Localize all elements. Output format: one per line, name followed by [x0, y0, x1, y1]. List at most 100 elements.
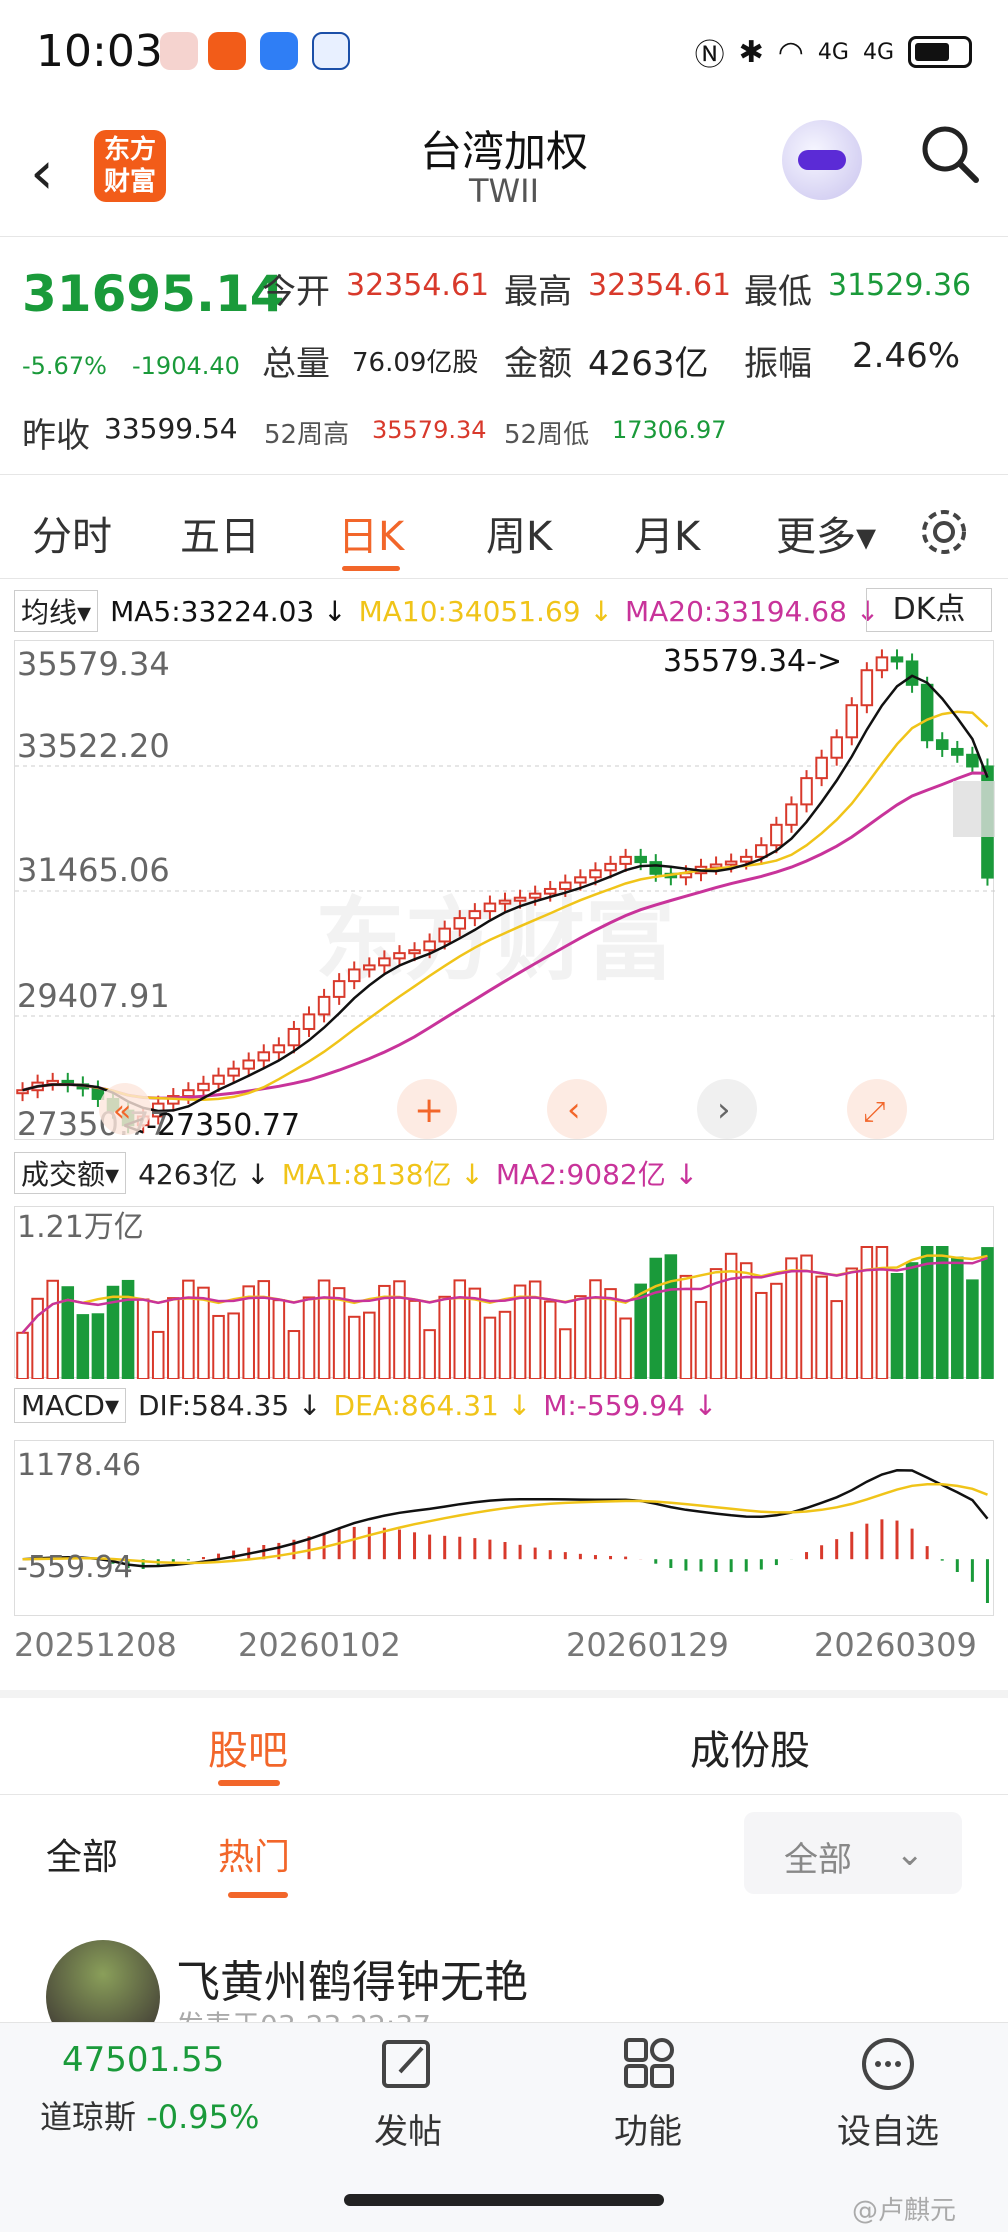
volume-bar — [31, 1297, 44, 1380]
candle — [182, 1089, 195, 1098]
candle — [770, 823, 783, 847]
volume-bar — [347, 1315, 361, 1380]
tab-weekly-k[interactable]: 周K — [486, 504, 552, 562]
dow-jones-ticker[interactable]: 道琼斯 -0.95% — [40, 2092, 259, 2138]
candlestick-svg: 东方财富 35579.34 33522.20 31465.06 29407.91… — [15, 644, 995, 1143]
post-username[interactable]: 飞黄州鹤得钟无艳 — [176, 1946, 528, 2010]
tab-constituents[interactable]: 成份股 — [690, 1718, 810, 1776]
tab-guba[interactable]: 股吧 — [208, 1718, 288, 1776]
active-tab-indicator — [342, 566, 400, 571]
volume-bar — [981, 1247, 994, 1380]
volume-bar — [664, 1254, 678, 1381]
bluetooth-icon: ✱ — [738, 34, 764, 70]
amount-label: 金额 — [504, 344, 572, 384]
volume-bar — [830, 1300, 843, 1380]
search-icon[interactable] — [918, 122, 982, 186]
chevron-down-icon: ⌄ — [895, 1834, 925, 1874]
filter-dropdown-value: 全部 — [784, 1840, 852, 1880]
vol-ma2: MA2:9082亿 ↓ — [495, 1158, 699, 1191]
tab-more[interactable]: 更多▾ — [776, 504, 876, 562]
candle — [830, 736, 843, 759]
candle — [498, 899, 512, 905]
volume-bar — [483, 1316, 497, 1381]
volume-bar — [167, 1297, 180, 1380]
post-time: 发表于03-23 22:37 — [176, 2004, 431, 2024]
indicator-selector-ma[interactable]: 均线▾ — [14, 590, 99, 632]
tab-monthly-k[interactable]: 月K — [634, 504, 700, 562]
w52-high-label: 52周高 — [264, 420, 350, 450]
volume-bar — [935, 1246, 949, 1380]
candle — [619, 855, 632, 865]
macd-svg: 1178.46 -559.94 — [17, 1448, 989, 1603]
volume-selector-label: 成交额 — [21, 1158, 106, 1191]
candle — [408, 949, 421, 955]
dk-point-button[interactable]: DK点 — [866, 588, 992, 632]
filter-dropdown[interactable]: 全部 ⌄ — [744, 1812, 962, 1894]
signal-icon-4g: 4G — [817, 39, 849, 65]
candle — [393, 952, 406, 960]
volume-bar — [287, 1330, 301, 1380]
macd-m: M:-559.94 ↓ — [543, 1389, 718, 1422]
ma-selector-label: 均线 — [21, 596, 78, 629]
open-value: 32354.61 — [346, 268, 490, 303]
post-button[interactable]: 发帖 — [338, 2036, 478, 2153]
status-bar: 10:03 Ⓝ ✱ ◠ 4G 4G — [0, 0, 1008, 100]
grid-apps-icon — [624, 2038, 674, 2088]
tab-five-day[interactable]: 五日 — [180, 504, 260, 562]
ma20-value: MA20:33194.68 ↓ — [624, 594, 880, 628]
plus-icon: + — [414, 1090, 444, 1131]
home-indicator[interactable] — [344, 2194, 664, 2206]
volume-bar — [46, 1279, 59, 1380]
volume-label: 总量 — [262, 344, 330, 384]
tab-intraday[interactable]: 分时 — [32, 504, 112, 562]
volume-chart[interactable]: 1.21万亿 — [14, 1206, 994, 1381]
tab-daily-k[interactable]: 日K — [338, 504, 404, 562]
status-icons: Ⓝ ✱ ◠ 4G 4G — [695, 30, 972, 74]
price-axis-3: 31465.06 — [17, 851, 170, 889]
candle — [951, 747, 964, 756]
macd-axis-max: 1178.46 — [17, 1448, 141, 1483]
section-separator — [0, 1690, 1008, 1698]
volume-bar — [332, 1287, 346, 1380]
candle — [649, 861, 663, 875]
volume-bar — [574, 1295, 587, 1380]
settings-gear-icon[interactable] — [918, 506, 970, 558]
functions-button[interactable]: 功能 — [578, 2036, 718, 2153]
candle — [287, 1027, 301, 1047]
subtab-all[interactable]: 全部 — [46, 1828, 118, 1880]
date-tick-1: 20251208 — [14, 1626, 177, 1664]
candle — [317, 995, 331, 1016]
assistant-robot-icon[interactable] — [782, 120, 862, 200]
volume-bar — [951, 1256, 964, 1380]
volume-bar — [317, 1279, 331, 1380]
chat-bubble-icon — [260, 32, 298, 70]
dow-jones-value[interactable]: 47501.55 — [62, 2040, 224, 2080]
change-percent: -5.67% — [22, 352, 107, 380]
low-value: 31529.36 — [828, 268, 972, 303]
candle — [800, 777, 813, 806]
candle — [91, 1087, 105, 1100]
macd-dea: DEA:864.31 ↓ — [333, 1389, 532, 1422]
volume-bar — [604, 1288, 617, 1380]
functions-button-label: 功能 — [614, 2112, 682, 2152]
volume-bar — [920, 1246, 934, 1380]
macd-chart[interactable]: 1178.46 -559.94 — [14, 1440, 994, 1616]
subtab-hot[interactable]: 热门 — [218, 1828, 290, 1880]
amplitude-value: 2.46% — [852, 336, 961, 376]
volume-bar — [468, 1287, 482, 1380]
candle — [513, 896, 527, 902]
indicator-selector-volume[interactable]: 成交额▾ — [14, 1152, 127, 1194]
indicator-selector-macd[interactable]: MACD▾ — [14, 1388, 126, 1423]
credit-watermark: @卢麒元 — [852, 2196, 957, 2226]
candlestick-chart[interactable]: 东方财富 35579.34 33522.20 31465.06 29407.91… — [14, 640, 995, 1143]
candle — [363, 964, 376, 971]
divider — [0, 578, 1008, 579]
volume-bar — [845, 1267, 859, 1380]
volume-bar — [815, 1275, 828, 1380]
signal-icon-4g-second: 4G — [862, 39, 894, 65]
volume-bar — [91, 1313, 105, 1380]
dow-jones-change: -0.95% — [146, 2098, 260, 2136]
add-watchlist-button[interactable]: 设自选 — [818, 2036, 958, 2153]
volume-bar — [242, 1285, 255, 1380]
weibo-icon — [160, 32, 198, 70]
